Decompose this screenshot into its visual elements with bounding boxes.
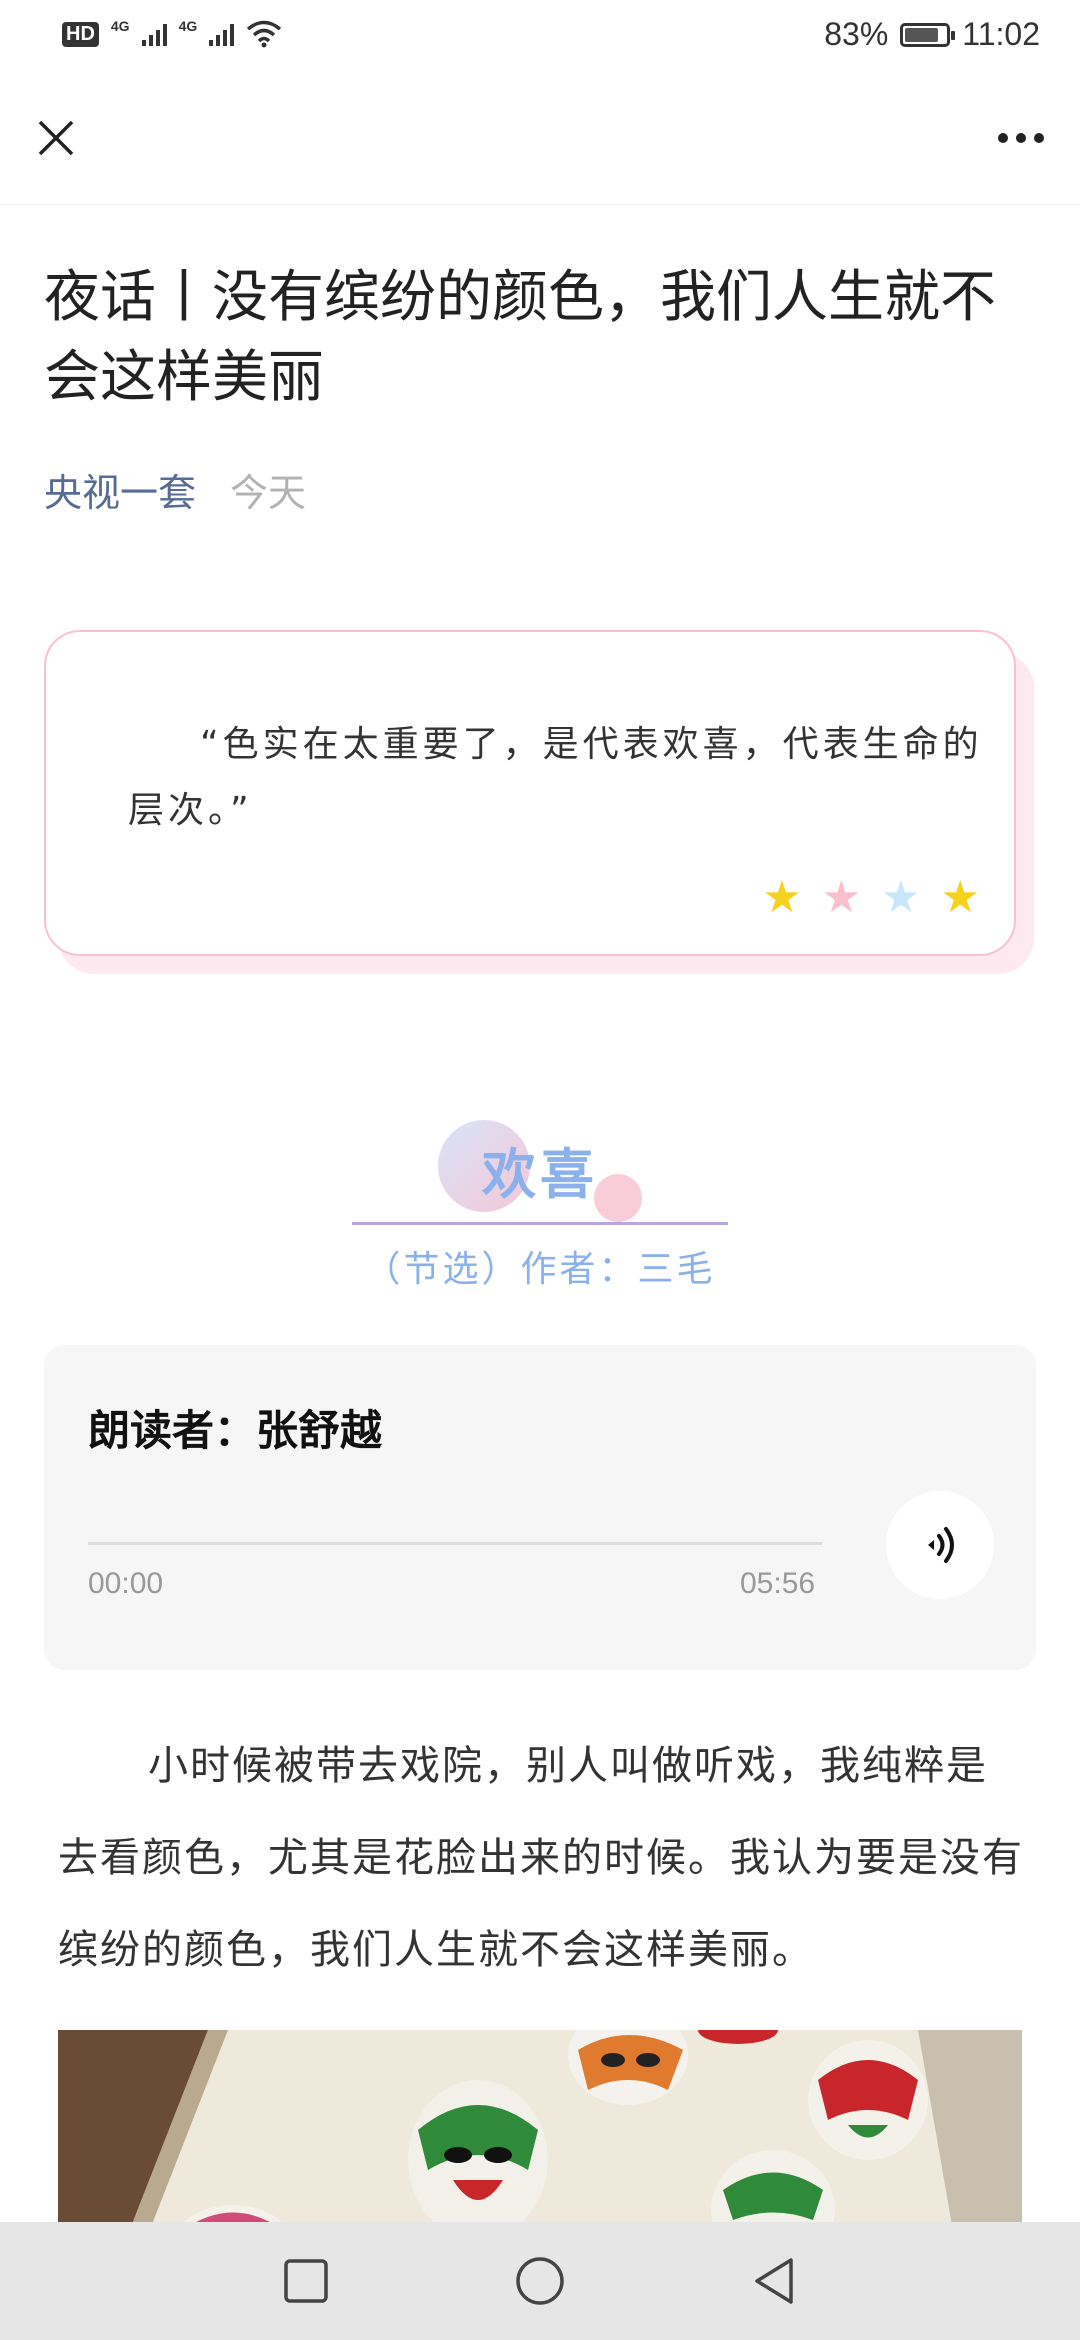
star-icon: ★ — [881, 872, 921, 923]
audio-wave-icon — [928, 1527, 954, 1563]
wifi-icon — [247, 20, 282, 48]
status-right: 83% 11:02 — [824, 16, 1040, 53]
battery-icon — [900, 22, 956, 47]
circle-icon — [516, 2257, 564, 2305]
close-button[interactable] — [24, 106, 88, 170]
signal-indicators: HD 4G 4G — [62, 18, 282, 48]
article-meta: 央视一套 今天 — [44, 462, 306, 517]
source-link[interactable]: 央视一套 — [44, 462, 196, 517]
home-button[interactable] — [508, 2249, 572, 2313]
signal-bars-icon — [209, 22, 235, 46]
hd-badge: HD — [62, 21, 99, 47]
star-icon: ★ — [821, 872, 862, 923]
more-button[interactable] — [986, 106, 1056, 170]
close-icon — [38, 120, 74, 156]
audio-player: 朗读者：张舒越 00:00 05:56 — [44, 1345, 1036, 1670]
quote-text: “色实在太重要了，是代表欢喜，代表生命的层次。” — [128, 724, 983, 831]
audio-progress-bar[interactable] — [88, 1542, 822, 1545]
publish-date: 今天 — [230, 471, 307, 515]
more-dots-icon — [998, 133, 1044, 143]
clock: 11:02 — [962, 16, 1040, 52]
back-button[interactable] — [742, 2249, 806, 2313]
decorative-stars: ★ ★ ★ ★ — [762, 876, 980, 920]
battery-percent: 83% — [824, 16, 889, 52]
nav-bar — [0, 76, 1080, 205]
network-type-2: 4G — [178, 18, 198, 34]
section-divider — [352, 1222, 728, 1225]
network-type-1: 4G — [110, 18, 130, 34]
reader-name: 朗读者：张舒越 — [88, 1406, 383, 1455]
triangle-back-icon — [755, 2258, 793, 2304]
current-time: 00:00 — [88, 1567, 164, 1600]
article-title: 夜话丨没有缤纷的颜色，我们人生就不会这样美丽 — [44, 265, 996, 410]
article-paragraph: 小时候被带去戏院，别人叫做听戏，我纯粹是去看颜色，尤其是花脸出来的时候。我认为要… — [58, 1743, 1024, 1973]
status-bar: HD 4G 4G 83% 11:02 — [0, 0, 1080, 76]
total-time: 05:56 — [740, 1567, 816, 1600]
square-icon — [284, 2259, 328, 2303]
system-nav-bar — [0, 2222, 1080, 2340]
section-subtitle: （节选）作者：三毛 — [364, 1249, 716, 1290]
play-button[interactable] — [886, 1491, 994, 1599]
signal-bars-icon — [141, 22, 167, 46]
section-heading: 欢喜 （节选）作者：三毛 — [0, 1110, 1080, 1310]
star-icon: ★ — [762, 872, 802, 923]
recent-apps-button[interactable] — [274, 2249, 338, 2313]
quote-card: “色实在太重要了，是代表欢喜，代表生命的层次。” ★ ★ ★ ★ — [44, 630, 1016, 956]
section-title: 欢喜 — [482, 1143, 598, 1206]
star-icon: ★ — [940, 872, 980, 923]
